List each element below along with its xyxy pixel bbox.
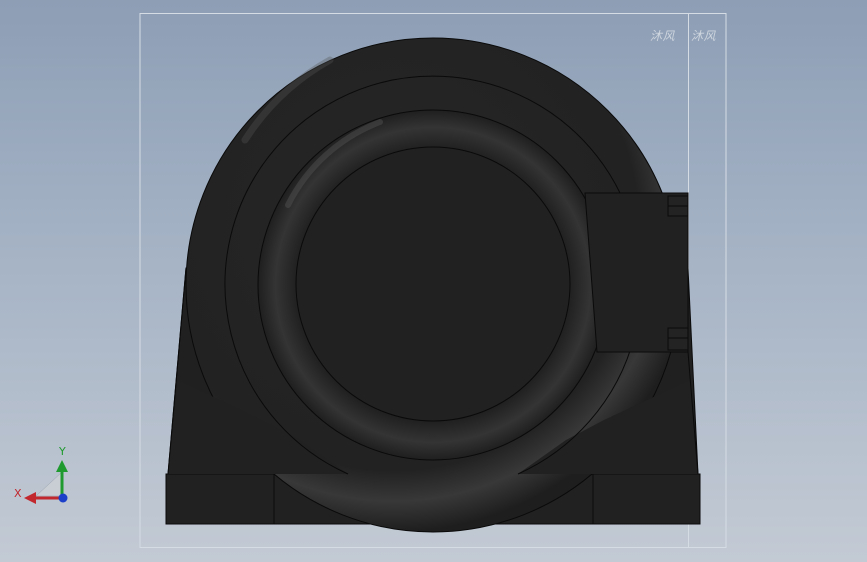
watermark-left: 沐风 <box>650 29 676 43</box>
bearing-bore-face <box>295 146 571 422</box>
triad-z-axis-dot <box>58 493 68 503</box>
bearing-housing-model[interactable] <box>165 37 701 533</box>
side-lug-slot-bottom <box>667 327 689 351</box>
graphics-viewport[interactable]: 沐风 沐风 Y X <box>0 0 867 562</box>
triad-x-arrowhead <box>24 492 36 504</box>
triad-y-arrowhead <box>56 460 68 472</box>
triad-y-label: Y <box>58 445 66 458</box>
reference-triad: Y X <box>14 445 68 504</box>
triad-plane-indicator <box>35 471 63 497</box>
triad-x-label: X <box>14 487 22 500</box>
watermark-right: 沐风 <box>691 29 717 43</box>
